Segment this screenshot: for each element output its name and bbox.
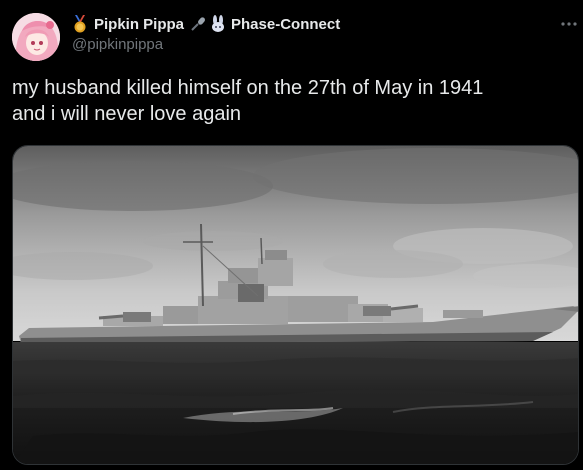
author-handle[interactable]: @pipkinpippa: [72, 36, 163, 53]
avatar[interactable]: [12, 13, 60, 61]
affiliation[interactable]: Phase-Connect: [190, 15, 340, 33]
tweet-text-line: my husband killed himself on the 27th of…: [12, 77, 484, 99]
more-horizontal-icon[interactable]: [559, 14, 579, 34]
rabbit-icon: [212, 15, 225, 32]
microphone-icon: [191, 17, 205, 31]
tweet: Pipkin Pippa Phase-Connect @pipkinpippa …: [0, 0, 583, 470]
tweet-photo[interactable]: [12, 145, 579, 465]
org-name: Phase-Connect: [231, 15, 341, 33]
medal-icon: [74, 15, 86, 33]
battleship-photo: [13, 146, 578, 464]
tweet-text: my husband killed himself on the 27th of…: [12, 75, 572, 127]
author-name-row: Pipkin Pippa Phase-Connect: [72, 14, 340, 34]
tweet-text-line: and i will never love again: [12, 103, 242, 125]
display-name[interactable]: Pipkin Pippa: [94, 16, 184, 33]
avatar-image: [12, 13, 60, 61]
